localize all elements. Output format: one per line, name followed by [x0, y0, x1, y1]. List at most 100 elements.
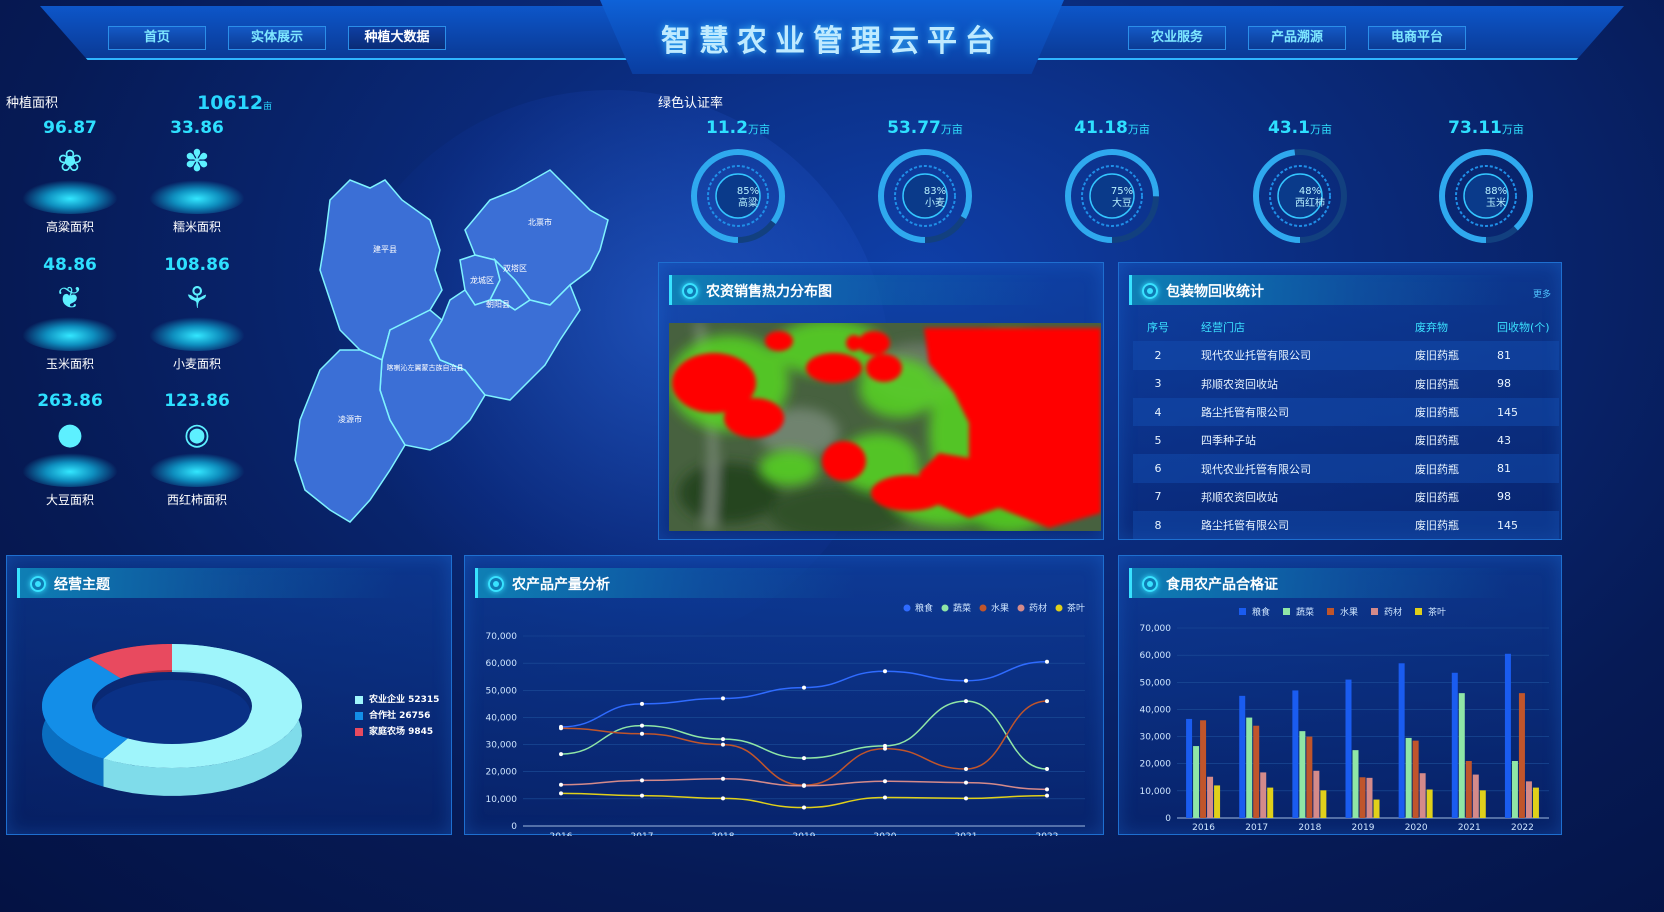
bar [1260, 772, 1267, 818]
output-panel: 农产品产量分析 0 10,000 20,000 30,000 40,000 50,000 6… [464, 555, 1105, 836]
gauge-unit: 万亩 [1309, 123, 1332, 136]
business-donut-chart[interactable] [27, 626, 317, 806]
heatmap-image[interactable] [669, 323, 1101, 531]
glutinous-rice-icon: ✽ [184, 144, 210, 179]
nav-ecommerce[interactable]: 电商平台 [1368, 26, 1466, 50]
donut-legend-item: 农业企业 52315 [355, 692, 439, 705]
bar [1412, 740, 1419, 818]
data-point [559, 752, 563, 757]
crop-label: 西红柿面积 [166, 493, 227, 507]
x-tick-label: 2022 [1511, 823, 1534, 833]
legend-swatch [355, 727, 363, 736]
table-row[interactable]: 4 路尘托管有限公司 废旧药瓶 145 [1133, 397, 1559, 427]
map-label: 建平县 [373, 244, 397, 254]
data-point [1045, 699, 1049, 704]
crop-label: 玉米面积 [45, 357, 94, 371]
data-point [1045, 787, 1049, 792]
bar [1472, 774, 1479, 818]
bar [1504, 653, 1511, 818]
table-row[interactable]: 7 邦顺农资回收站 废旧药瓶 98 [1133, 483, 1559, 511]
x-tick-label: 2019 [1352, 823, 1375, 833]
bar [1267, 787, 1274, 818]
cell: 6 [1154, 462, 1162, 476]
cell: 7 [1154, 490, 1162, 504]
crop-label: 大豆面积 [45, 493, 94, 507]
table-row[interactable]: 3 邦顺农资回收站 废旧药瓶 98 [1133, 370, 1559, 398]
panel-title: 农资销售热力分布图 [706, 284, 832, 300]
data-point [964, 678, 968, 683]
legend-label: 药材 [1029, 602, 1047, 614]
bar [1518, 693, 1525, 818]
more-link[interactable]: 更多 [1533, 287, 1551, 300]
data-point [721, 796, 725, 801]
data-point [559, 782, 563, 787]
data-point [640, 723, 644, 728]
x-tick-label: 2016 [1192, 823, 1215, 833]
legend-swatch [1283, 608, 1290, 615]
crop-tile-tomato: 123.86 ◉ 西红柿面积 [142, 391, 252, 511]
nav-entity-display[interactable]: 实体展示 [228, 26, 326, 50]
bar [1186, 718, 1193, 818]
gauge-inner-label: 88% 玉米 [1466, 186, 1526, 210]
region-map[interactable]: 建平县 北票市 龙城区 双塔区 朝阳县 喀喇沁左翼蒙古族自治县 凌源市 [290, 160, 620, 530]
col-header: 经营门店 [1201, 321, 1245, 335]
data-point [721, 696, 725, 701]
bar [1320, 790, 1327, 818]
cell: 废旧药瓶 [1415, 434, 1459, 448]
table-row[interactable]: 8 路尘托管有限公司 废旧药瓶 145 [1133, 511, 1559, 540]
cell: 邦顺农资回收站 [1201, 377, 1278, 391]
cell: 废旧药瓶 [1415, 377, 1459, 391]
crop-tile-sorghum: 96.87 ❀ 高粱面积 [15, 118, 125, 238]
gauge-unit: 万亩 [1501, 123, 1524, 136]
x-tick-label: 2017 [1245, 823, 1268, 833]
crop-value: 33.86 [170, 118, 224, 138]
nav-home[interactable]: 首页 [108, 26, 206, 50]
green-cert-gauge: 43.1万亩 48% 西红柿 [1230, 118, 1370, 258]
data-point [640, 778, 644, 783]
nav-planting-bigdata[interactable]: 种植大数据 [348, 26, 446, 50]
y-tick-label: 10,000 [486, 795, 518, 805]
panel-title: 食用农产品合格证 [1166, 577, 1278, 593]
gauge-percent: 48% [1298, 186, 1322, 197]
crop-tile-corn: 48.86 ❦ 玉米面积 [15, 255, 125, 375]
gauge-crop-name: 小麦 [925, 198, 945, 209]
x-tick-label: 2020 [1405, 823, 1428, 833]
gauge-crop-name: 玉米 [1486, 198, 1506, 209]
crop-value: 263.86 [37, 391, 103, 411]
gauge-inner-label: 48% 西红柿 [1280, 186, 1340, 210]
bar [1419, 773, 1426, 818]
table-row[interactable]: 2 现代农业托管有限公司 废旧药瓶 81 [1133, 341, 1559, 370]
y-tick-label: 60,000 [486, 659, 518, 669]
bar [1532, 787, 1539, 818]
y-tick-label: 30,000 [1140, 733, 1172, 743]
quality-bar-chart[interactable]: 0 10,000 20,000 30,000 40,000 50,000 60,000 70,… [1119, 600, 1563, 836]
col-header: 序号 [1147, 321, 1169, 335]
crop-pedestal [22, 317, 118, 351]
legend-label: 家庭农场 9845 [369, 727, 434, 737]
cell: 81 [1497, 348, 1511, 362]
legend-swatch [1371, 608, 1378, 615]
radar-icon [1142, 576, 1158, 592]
table-row[interactable]: 6 现代农业托管有限公司 废旧药瓶 81 [1133, 454, 1559, 483]
bar [1200, 720, 1207, 818]
crop-tile-glutinous-rice: 33.86 ✽ 糯米面积 [142, 118, 252, 238]
x-tick-label: 2018 [712, 832, 735, 836]
panel-title: 农产品产量分析 [512, 577, 610, 593]
legend-swatch [903, 604, 911, 612]
nav-product-trace[interactable]: 产品溯源 [1248, 26, 1346, 50]
legend-label: 粮食 [1252, 606, 1270, 618]
bar [1465, 761, 1472, 818]
table-row[interactable]: 5 四季种子站 废旧药瓶 43 [1133, 426, 1559, 454]
bar [1451, 672, 1458, 818]
crop-label: 高粱面积 [45, 220, 94, 234]
map-label: 北票市 [528, 217, 552, 227]
nav-agri-service[interactable]: 农业服务 [1128, 26, 1226, 50]
legend-label: 蔬菜 [1296, 606, 1314, 618]
cell: 81 [1497, 462, 1511, 476]
gauge-percent: 88% [1484, 186, 1508, 197]
output-line-chart[interactable]: 0 10,000 20,000 30,000 40,000 50,000 60,000 70,… [465, 596, 1105, 836]
x-tick-label: 2019 [793, 832, 816, 836]
planting-area-label: 种植面积 [6, 96, 59, 111]
panel-header: 农资销售热力分布图 [669, 275, 1049, 305]
y-tick-label: 30,000 [486, 741, 518, 751]
